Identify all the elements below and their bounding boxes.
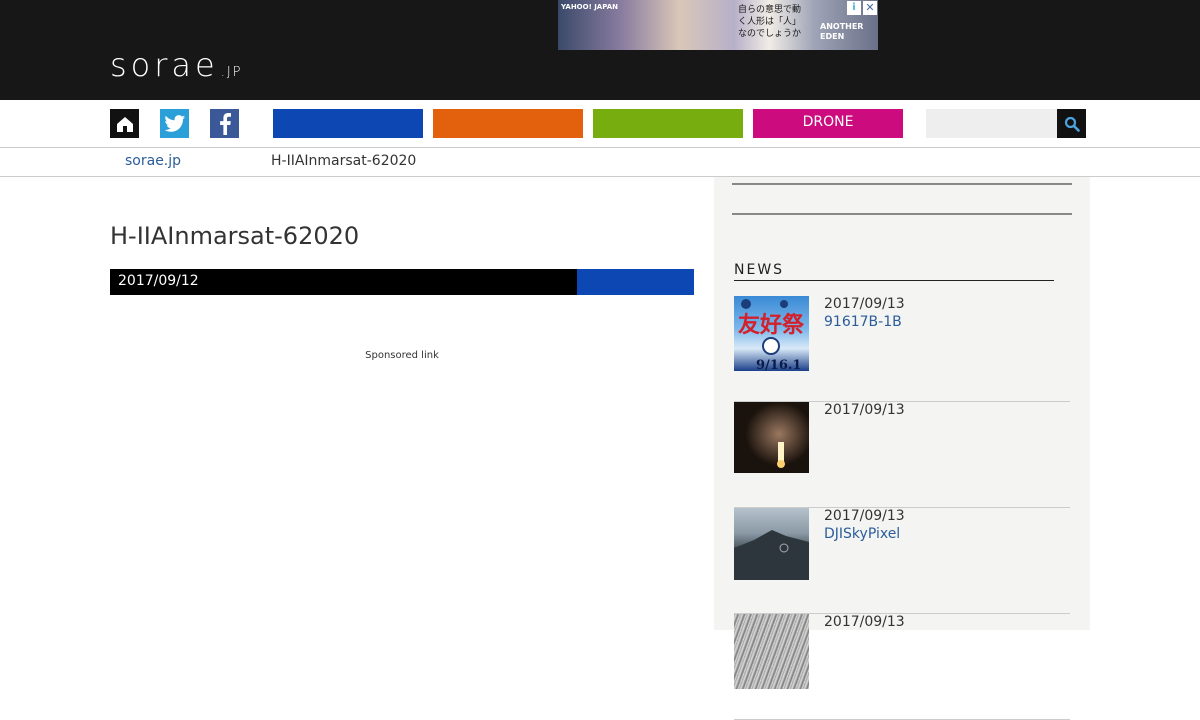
thumbnail-image: 友好祭 9/16.1 [738,299,805,371]
sidebar-divider [732,183,1072,185]
news-thumbnail[interactable] [734,402,809,473]
thumbnail-caption: 友好祭 [738,312,805,338]
news-date: 2017/09/13 [824,614,905,630]
facebook-button[interactable] [210,109,239,138]
news-title-link[interactable]: DJISkyPixel [824,526,900,542]
article-meta-bar: 2017/09/12 [110,269,694,295]
twitter-icon [163,114,185,132]
news-date: 2017/09/13 [824,402,905,418]
twitter-button[interactable] [160,109,189,138]
article-date: 2017/09/12 [118,273,199,289]
nav-category-3[interactable] [593,109,743,138]
nav-category-2[interactable] [433,109,583,138]
thumbnail-image [734,530,809,580]
site-logo[interactable]: sorae .JP [110,49,243,88]
logo-suffix: .JP [220,65,243,80]
news-thumbnail[interactable] [734,508,809,580]
search-input[interactable] [926,109,1058,138]
nav-category-drone[interactable]: DRONE [753,109,903,138]
home-button[interactable] [110,109,139,138]
sidebar-divider [732,213,1072,215]
article-category-tag[interactable] [577,269,694,295]
thumbnail-subcaption: 9/16.1 [756,358,801,371]
thumbnail-image [734,402,809,473]
breadcrumb: sorae.jp H-IIAInmarsat-62020 [0,148,1200,177]
site-header: sorae .JP YAHOO! JAPAN 自らの意思で動く人形は「人」なのでし… [0,0,1200,100]
article-title: H-IIAInmarsat-62020 [110,222,360,250]
news-item[interactable]: 2017/09/13 [734,402,1070,508]
search-icon [1064,116,1080,132]
ad-brand: YAHOO! JAPAN [561,3,618,11]
news-heading: NEWS [734,262,1054,281]
ad-copy: 自らの意思で動く人形は「人」なのでしょうか [738,5,802,39]
sponsored-link-label: Sponsored link [365,350,439,361]
breadcrumb-home-link[interactable]: sorae.jp [125,153,181,169]
search-button[interactable] [1057,109,1086,138]
news-date: 2017/09/13 [824,296,905,312]
nav-category-1[interactable] [273,109,423,138]
sidebar: NEWS 友好祭 9/16.1 2017/09/13 91617B-1B 201… [714,177,1090,720]
home-icon [116,116,133,132]
ad-info-icon[interactable]: i [847,1,861,15]
ad-banner[interactable]: YAHOO! JAPAN 自らの意思で動く人形は「人」なのでしょうか ANOTH… [558,0,878,50]
ad-close-icon[interactable]: ✕ [863,1,877,15]
news-thumbnail[interactable] [734,614,809,689]
news-thumbnail[interactable]: 友好祭 9/16.1 [734,296,809,371]
news-item[interactable]: 2017/09/13 DJISkyPixel [734,508,1070,614]
logo-text: sorae [110,46,219,84]
news-item[interactable]: 友好祭 9/16.1 2017/09/13 91617B-1B [734,296,1070,402]
news-title-link[interactable]: 91617B-1B [824,314,902,330]
facebook-icon [219,112,231,135]
breadcrumb-current: H-IIAInmarsat-62020 [271,153,417,169]
ad-game-title: ANOTHER EDEN [820,22,864,41]
news-date: 2017/09/13 [824,508,905,524]
